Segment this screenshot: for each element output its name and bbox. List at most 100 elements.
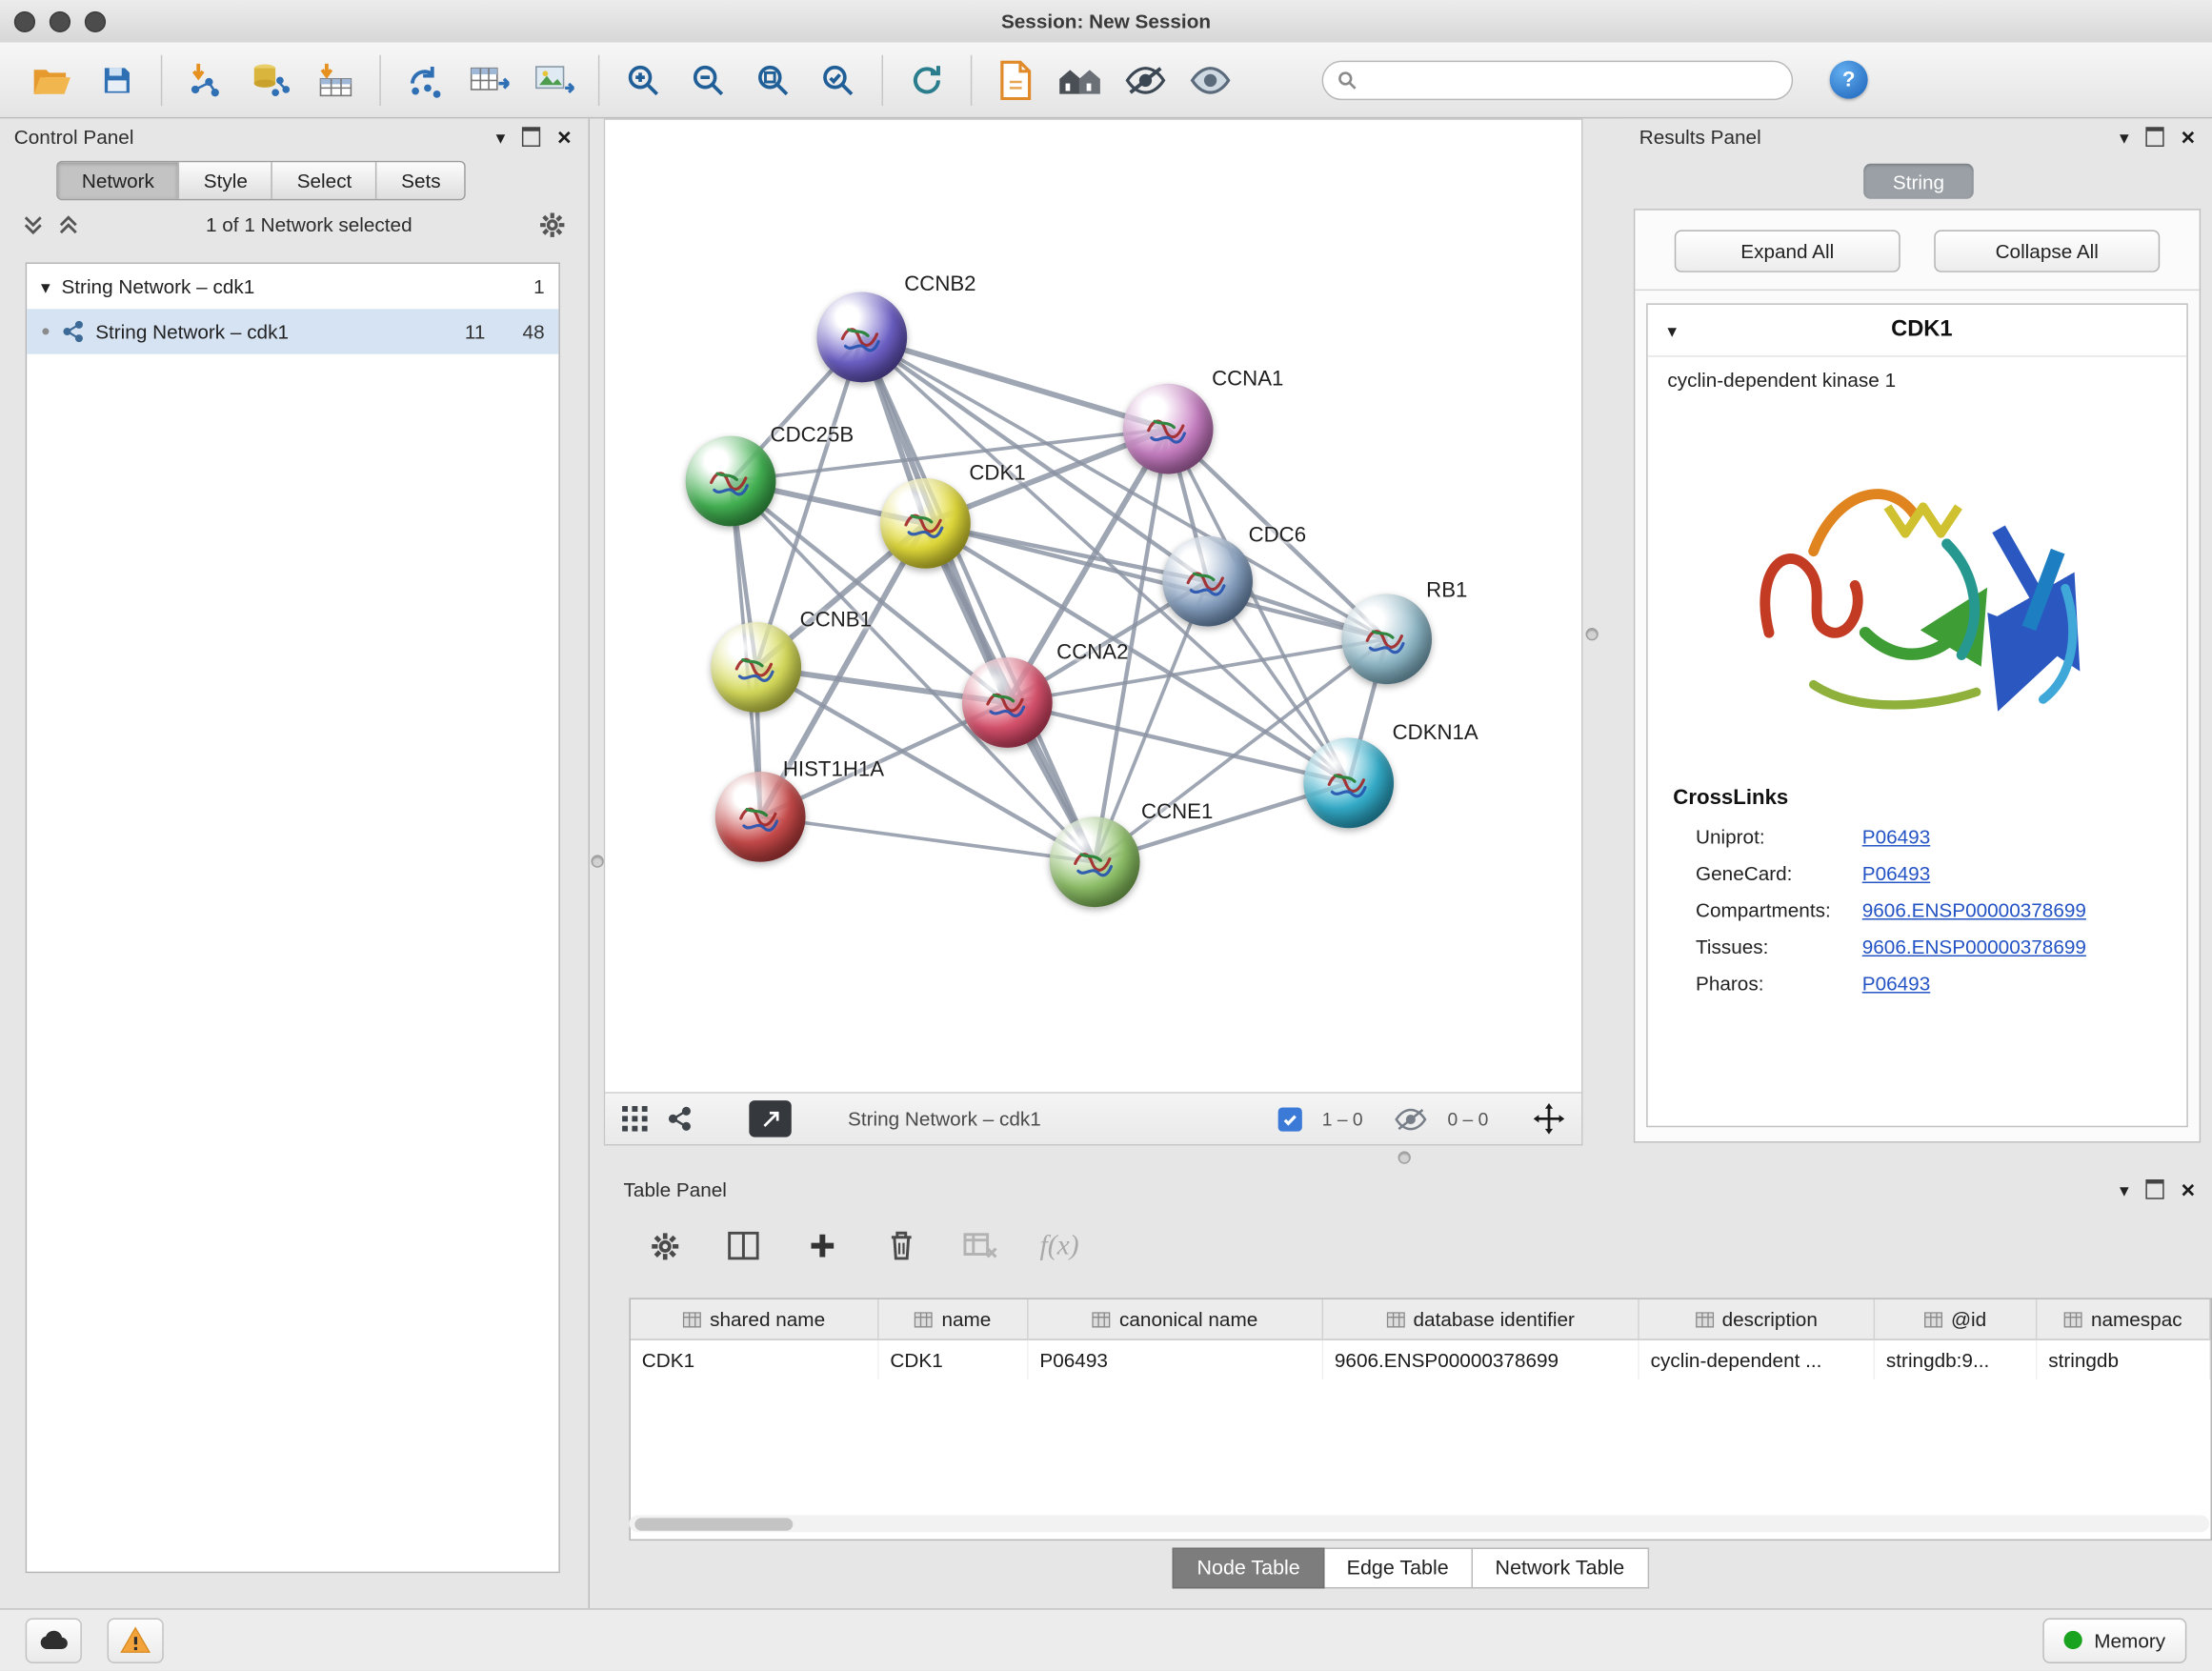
create-column-button[interactable]	[798, 1224, 846, 1266]
zoom-out-button[interactable]	[675, 49, 740, 111]
column-header-shared-name[interactable]: shared name	[631, 1299, 879, 1339]
string-results-tab[interactable]: String	[1863, 164, 1974, 199]
zoom-selected-button[interactable]	[806, 49, 871, 111]
scrollbar-thumb[interactable]	[634, 1518, 793, 1530]
function-builder-button-disabled[interactable]: f(x)	[1036, 1224, 1083, 1266]
grid-view-icon[interactable]	[622, 1106, 648, 1132]
delete-column-button[interactable]	[877, 1224, 925, 1266]
crosslink-label: Tissues:	[1696, 936, 1862, 958]
zoom-window-button[interactable]	[85, 10, 106, 31]
minimize-window-button[interactable]	[50, 10, 70, 31]
refresh-view-button[interactable]	[895, 49, 959, 111]
splitter-handle[interactable]	[1398, 1151, 1411, 1163]
gear-icon[interactable]	[539, 211, 566, 237]
tab-sets[interactable]: Sets	[376, 162, 465, 199]
network-node-ccna1[interactable]	[1123, 384, 1214, 474]
close-panel-icon[interactable]: ×	[2182, 1178, 2196, 1201]
cloud-status-button[interactable]	[26, 1618, 82, 1662]
show-columns-button[interactable]	[719, 1224, 767, 1266]
collapse-gene-icon[interactable]: ▾	[1667, 321, 1677, 339]
tree-expand-icon[interactable]: ▾	[41, 277, 50, 295]
close-panel-icon[interactable]: ×	[2182, 125, 2196, 149]
column-header-id[interactable]: @id	[1875, 1299, 2037, 1339]
import-network-database-button[interactable]	[238, 49, 303, 111]
column-header-database-identifier[interactable]: database identifier	[1323, 1299, 1639, 1339]
show-graphics-details-button[interactable]	[1178, 49, 1243, 111]
float-panel-icon[interactable]	[2145, 1179, 2163, 1199]
zoom-fit-button[interactable]	[740, 49, 805, 111]
save-session-button[interactable]	[85, 49, 150, 111]
tab-node-table[interactable]: Node Table	[1173, 1548, 1324, 1589]
tab-style[interactable]: Style	[178, 162, 271, 199]
network-node-cdkn1a[interactable]	[1303, 737, 1394, 828]
expand-all-button[interactable]: Expand All	[1675, 230, 1900, 272]
delete-table-button-disabled[interactable]	[956, 1224, 1004, 1266]
tab-network[interactable]: Network	[58, 162, 178, 199]
close-window-button[interactable]	[14, 10, 35, 31]
table-gear-button[interactable]	[640, 1224, 688, 1266]
network-row-selected[interactable]: ● String Network – cdk1 11 48	[27, 309, 558, 353]
tissues-link[interactable]: 9606.ENSP00000378699	[1862, 936, 2086, 958]
network-node-ccna2[interactable]	[962, 657, 1053, 748]
hide-graphics-details-button[interactable]	[1113, 49, 1177, 111]
birdseye-toggle-button[interactable]	[749, 1100, 791, 1137]
search-input[interactable]	[1365, 68, 1777, 91]
column-header-description[interactable]: description	[1639, 1299, 1875, 1339]
open-folder-icon	[32, 64, 71, 95]
float-panel-icon[interactable]	[522, 127, 540, 147]
toolbar-separator	[971, 54, 972, 105]
network-canvas[interactable]: CCNB2 CCNA1 CDC25B CDK1 CDC6 RB1 CCNB1 C…	[605, 120, 1581, 1092]
network-node-cdk1[interactable]	[880, 478, 971, 569]
splitter-handle[interactable]	[591, 855, 603, 867]
column-header-canonical-name[interactable]: canonical name	[1029, 1299, 1324, 1339]
open-session-button[interactable]	[20, 49, 85, 111]
network-snapshot-button[interactable]	[983, 49, 1048, 111]
birdseye-houses-button[interactable]	[1048, 49, 1113, 111]
selected-checkbox[interactable]	[1278, 1107, 1302, 1131]
splitter-handle[interactable]	[1585, 628, 1598, 640]
genecard-link[interactable]: P06493	[1862, 862, 1930, 885]
collapse-panel-icon[interactable]: ▾	[2120, 128, 2129, 146]
column-header-namespace[interactable]: namespac	[2037, 1299, 2210, 1339]
table-horizontal-scrollbar[interactable]	[629, 1515, 2209, 1532]
pharos-link[interactable]: P06493	[1862, 972, 1930, 995]
table-row[interactable]: CDK1 CDK1 P06493 9606.ENSP00000378699 cy…	[631, 1340, 2211, 1379]
import-table-file-button[interactable]	[303, 49, 368, 111]
tab-edge-table[interactable]: Edge Table	[1324, 1548, 1473, 1589]
collapse-all-button[interactable]: Collapse All	[1934, 230, 2160, 272]
network-node-rb1[interactable]	[1341, 594, 1432, 684]
tab-network-table[interactable]: Network Table	[1473, 1548, 1649, 1589]
float-panel-icon[interactable]	[2145, 127, 2163, 147]
right-splitter[interactable]	[1583, 118, 1625, 1145]
pan-crosshair-icon[interactable]	[1534, 1103, 1565, 1135]
network-node-cdc25b[interactable]	[686, 436, 776, 527]
close-panel-icon[interactable]: ×	[557, 125, 572, 149]
zoom-in-button[interactable]	[611, 49, 675, 111]
uniprot-link[interactable]: P06493	[1862, 825, 1930, 848]
left-splitter[interactable]	[590, 118, 604, 1608]
share-network-icon[interactable]	[667, 1106, 693, 1132]
expand-all-chevrons-icon[interactable]	[23, 213, 44, 234]
node-label: CDC6	[1249, 523, 1306, 547]
network-node-ccnb2[interactable]	[816, 292, 907, 383]
memory-button[interactable]: Memory	[2043, 1618, 2186, 1662]
collapse-all-chevrons-icon[interactable]	[58, 213, 79, 234]
column-header-name[interactable]: name	[879, 1299, 1029, 1339]
warnings-button[interactable]	[108, 1618, 164, 1662]
export-image-button[interactable]	[522, 49, 587, 111]
export-table-button[interactable]	[457, 49, 522, 111]
network-collection-row[interactable]: ▾ String Network – cdk1 1	[27, 264, 558, 309]
new-network-button[interactable]	[392, 49, 457, 111]
network-node-hist1h1a[interactable]	[715, 772, 806, 862]
help-button[interactable]: ?	[1830, 61, 1868, 99]
network-node-cdc6[interactable]	[1162, 536, 1253, 627]
network-node-ccnb1[interactable]	[711, 622, 801, 713]
collapse-panel-icon[interactable]: ▾	[2120, 1180, 2129, 1198]
tab-select[interactable]: Select	[271, 162, 375, 199]
hidden-eye-slash-icon[interactable]	[1394, 1107, 1428, 1131]
network-node-ccne1[interactable]	[1050, 816, 1140, 907]
collapse-panel-icon[interactable]: ▾	[496, 128, 506, 146]
import-network-file-button[interactable]	[173, 49, 238, 111]
compartments-link[interactable]: 9606.ENSP00000378699	[1862, 898, 2086, 921]
search-box[interactable]	[1322, 60, 1794, 99]
